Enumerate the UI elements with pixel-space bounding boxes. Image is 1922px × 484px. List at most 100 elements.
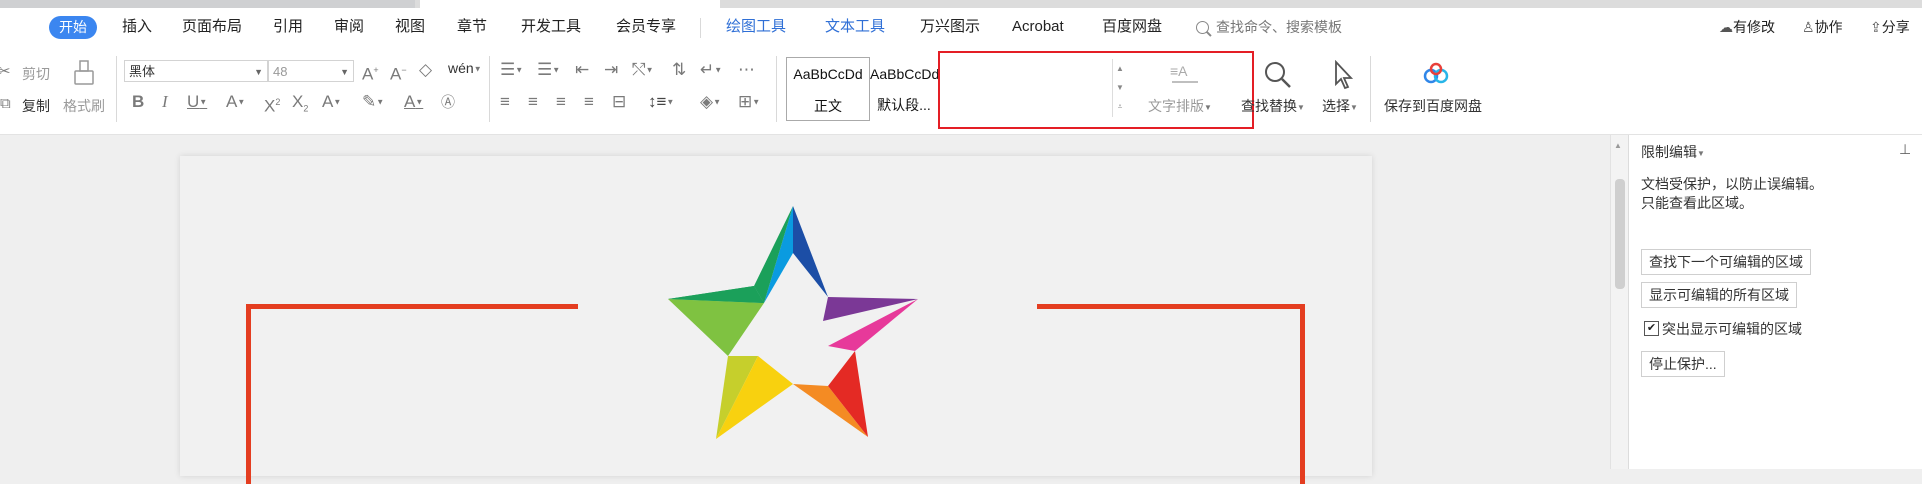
tab-view[interactable]: 视图: [395, 8, 425, 46]
collaborate-button[interactable]: ♙协作: [1802, 8, 1843, 46]
align-left-icon[interactable]: ≡: [500, 92, 510, 112]
font-size-select[interactable]: 48 ▼: [268, 60, 354, 82]
bold-icon[interactable]: B: [132, 92, 144, 112]
stop-protection-button[interactable]: 停止保护...: [1641, 351, 1725, 377]
tab-drawing-tools[interactable]: 绘图工具: [726, 8, 786, 46]
italic-icon[interactable]: I: [162, 92, 168, 112]
frame-left-line: [246, 304, 251, 484]
paragraph-mark-icon[interactable]: ↵▼: [700, 60, 722, 81]
style-normal-label: 正文: [814, 98, 842, 114]
highlight-editable-label: 突出显示可编辑的区域: [1662, 321, 1802, 337]
protection-description: 文档受保护，以防止误编辑。: [1641, 176, 1823, 192]
tab-references[interactable]: 引用: [273, 8, 303, 46]
document-tab[interactable]: [0, 0, 415, 8]
has-changes-button[interactable]: ☁有修改: [1719, 8, 1775, 46]
document-page[interactable]: [180, 156, 1372, 484]
frame-right-line: [1300, 304, 1305, 484]
cloud-icon: ☁: [1719, 19, 1733, 35]
tab-acrobat[interactable]: Acrobat: [1012, 8, 1064, 46]
tab-page-layout[interactable]: 页面布局: [182, 8, 242, 46]
justify-icon[interactable]: ≡: [584, 92, 594, 112]
phonetic-guide-icon[interactable]: wén▼: [448, 58, 482, 79]
show-all-editable-button[interactable]: 显示可编辑的所有区域: [1641, 282, 1797, 308]
text-effect-icon[interactable]: A▼: [322, 92, 341, 113]
table-layout-icon[interactable]: ⋯: [738, 60, 755, 80]
decrease-indent-icon[interactable]: ⇤: [575, 60, 589, 80]
share-label: 分享: [1881, 19, 1910, 35]
frame-top-left-line: [246, 304, 578, 309]
format-painter-button[interactable]: 格式刷: [63, 96, 105, 116]
sort-icon[interactable]: ⇅: [672, 60, 686, 80]
style-normal[interactable]: AaBbCcDd 正文: [786, 57, 870, 121]
magnifier-icon: [1263, 60, 1293, 90]
pin-icon[interactable]: ⊥: [1899, 141, 1911, 158]
highlight-editable-checkbox[interactable]: ✔: [1644, 321, 1659, 336]
style-default-paragraph[interactable]: AaBbCcDd 默认段...: [868, 57, 940, 119]
frame-top-right-line: [1037, 304, 1305, 309]
share-icon: ⇪: [1870, 19, 1882, 35]
font-size-value: 48: [273, 64, 288, 79]
tab-wondershare-diagram[interactable]: 万兴图示: [920, 8, 980, 46]
vertical-scrollbar[interactable]: ▲: [1610, 135, 1629, 469]
cut-button[interactable]: 剪切: [22, 64, 50, 84]
numbered-list-icon[interactable]: ☰▼: [537, 60, 560, 81]
find-next-editable-button[interactable]: 查找下一个可编辑的区域: [1641, 249, 1811, 275]
tab-chapter[interactable]: 章节: [457, 8, 487, 46]
menu-separator: [700, 18, 701, 38]
command-search[interactable]: 查找命令、搜索模板: [1216, 8, 1342, 46]
chinese-layout-icon[interactable]: ⤲▼: [632, 60, 654, 81]
tab-developer[interactable]: 开发工具: [521, 8, 581, 46]
ribbon-separator: [116, 56, 117, 122]
tab-baidu-netdisk[interactable]: 百度网盘: [1102, 8, 1162, 46]
shading-icon[interactable]: ◈▼: [700, 92, 721, 113]
cursor-icon: [1332, 59, 1356, 90]
style-default-label: 默认段...: [877, 97, 931, 113]
underline-icon[interactable]: U▼: [187, 92, 207, 113]
tab-membership[interactable]: 会员专享: [616, 8, 676, 46]
bullet-list-icon[interactable]: ☰▼: [500, 60, 523, 81]
align-center-icon[interactable]: ≡: [528, 92, 538, 112]
document-tab-active[interactable]: [420, 0, 720, 8]
tab-home[interactable]: 开始: [49, 16, 97, 39]
grow-font-icon[interactable]: A+: [362, 60, 379, 85]
has-changes-label: 有修改: [1733, 19, 1775, 35]
strikethrough-icon[interactable]: A▼: [226, 92, 245, 113]
save-to-baidu-button[interactable]: 保存到百度网盘: [1384, 96, 1482, 116]
superscript-icon[interactable]: X2: [264, 92, 280, 117]
ribbon-separator: [489, 56, 490, 122]
collaborate-label: 协作: [1814, 19, 1843, 35]
style-sample: AaBbCcDd: [870, 66, 940, 82]
copy-button[interactable]: 复制: [22, 96, 50, 116]
select-label: 选择: [1322, 98, 1350, 114]
tab-review[interactable]: 审阅: [334, 8, 364, 46]
increase-indent-icon[interactable]: ⇥: [604, 60, 618, 80]
ribbon-separator: [776, 56, 777, 122]
share-button[interactable]: ⇪分享: [1870, 8, 1910, 46]
align-right-icon[interactable]: ≡: [556, 92, 566, 112]
highlight-color-icon[interactable]: ✎▼: [362, 92, 384, 113]
scroll-up-icon[interactable]: ▲: [1614, 141, 1622, 150]
search-icon: [1196, 21, 1209, 34]
text-layout-label: 文字排版: [1148, 98, 1204, 114]
scrollbar-thumb[interactable]: [1615, 179, 1625, 289]
font-name-value: 黑体: [129, 64, 156, 79]
panel-title[interactable]: 限制编辑▼: [1641, 142, 1705, 162]
restrict-editing-panel: 限制编辑▼ ⊥ 文档受保护，以防止误编辑。 只能查看此区域。 查找下一个可编辑的…: [1628, 135, 1922, 469]
line-spacing-icon[interactable]: ↕≡▼: [648, 92, 674, 113]
font-name-select[interactable]: 黑体 ▼: [124, 60, 268, 82]
character-border-icon[interactable]: Ⓐ: [441, 92, 455, 112]
tab-insert[interactable]: 插入: [122, 8, 152, 46]
shrink-font-icon[interactable]: A−: [390, 60, 407, 85]
clear-format-icon[interactable]: ◇: [419, 60, 432, 80]
text-layout-button[interactable]: 文字排版▼: [1148, 96, 1212, 116]
tab-text-tools[interactable]: 文本工具: [825, 8, 885, 46]
find-replace-button[interactable]: 查找替换▼: [1241, 96, 1305, 116]
subscript-icon[interactable]: X2: [292, 92, 308, 118]
user-icon: ♙: [1802, 19, 1815, 35]
distributed-align-icon[interactable]: ⊟: [612, 92, 626, 112]
font-color-icon[interactable]: A▼: [404, 92, 423, 113]
protection-description-2: 只能查看此区域。: [1641, 195, 1753, 211]
borders-icon[interactable]: ⊞▼: [738, 92, 760, 113]
select-button[interactable]: 选择▼: [1322, 96, 1358, 116]
document-tab-strip: [0, 0, 1922, 8]
